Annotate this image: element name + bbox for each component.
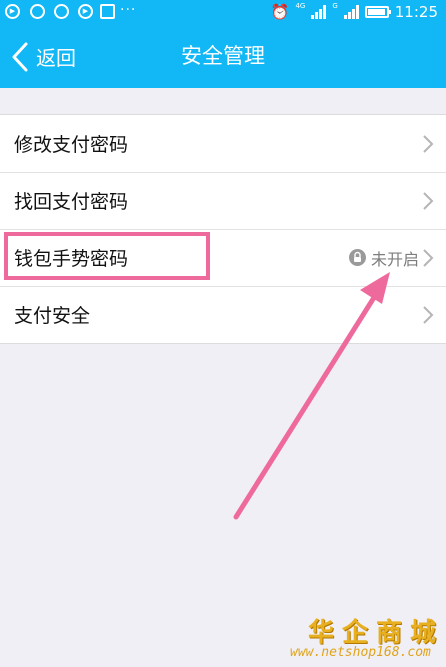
list-item-label: 支付安全 <box>14 305 91 327</box>
signal-icon-2 <box>343 5 359 19</box>
lock-icon <box>348 249 366 266</box>
chevron-right-icon <box>423 305 434 324</box>
app-icon <box>30 4 45 19</box>
battery-level <box>367 9 385 15</box>
network-label: 4G <box>295 2 306 10</box>
chevron-right-icon <box>423 248 434 267</box>
list-item-label: 修改支付密码 <box>14 134 129 156</box>
list-item-recover-pay-password[interactable]: 找回支付密码 <box>0 172 446 229</box>
image-icon <box>100 4 115 19</box>
settings-list: 修改支付密码 找回支付密码 钱包手势密码 未开启 支付安全 <box>0 114 446 344</box>
status-text: 未开启 <box>370 249 419 269</box>
play-icon: ▶ <box>5 4 20 19</box>
chevron-right-icon <box>423 134 434 153</box>
chevron-right-icon <box>423 191 434 210</box>
list-item-modify-pay-password[interactable]: 修改支付密码 <box>0 115 446 172</box>
list-item-pay-security[interactable]: 支付安全 <box>0 286 446 343</box>
list-item-label: 找回支付密码 <box>14 191 129 213</box>
back-button[interactable]: 返回 <box>8 25 76 88</box>
watermark-logo: 华企商城 <box>308 618 445 648</box>
highlight-box <box>4 232 210 280</box>
clock: 11:25 <box>394 3 438 21</box>
back-label: 返回 <box>36 46 76 70</box>
watermark-url: www.netshop168.com <box>290 645 431 660</box>
signal-icon <box>311 5 327 19</box>
battery-icon <box>364 6 391 18</box>
network-label-2: G <box>332 2 338 10</box>
play-icon: ▶ <box>78 4 93 19</box>
back-chevron-icon <box>12 42 28 71</box>
nav-bar: 安全管理 返回 <box>0 25 446 88</box>
overflow-indicator: ··· <box>120 2 137 18</box>
status-bar: ▶ ▶ ··· ⏰ 4G G 11:25 <box>0 0 446 25</box>
alarm-icon: ⏰ <box>270 3 290 21</box>
app-icon <box>54 4 69 19</box>
